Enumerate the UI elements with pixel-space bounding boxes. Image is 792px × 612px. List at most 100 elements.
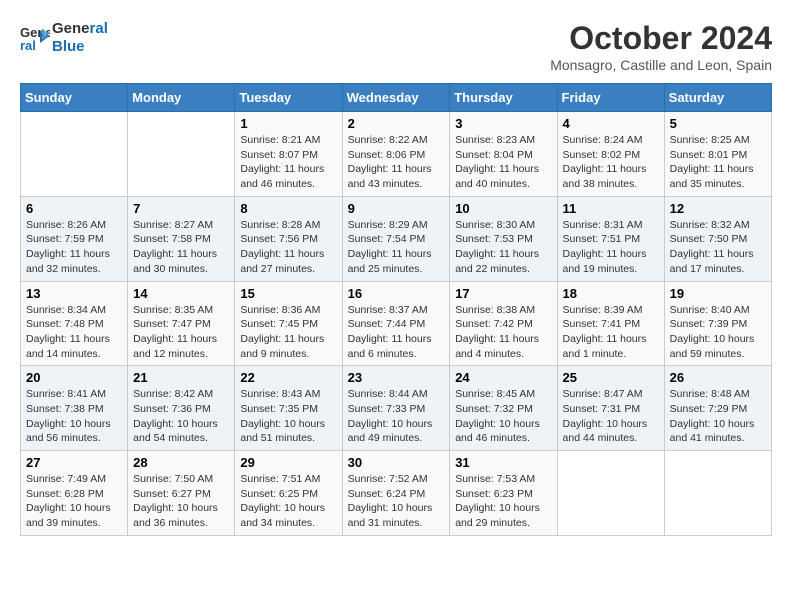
day-number: 30	[348, 455, 445, 470]
calendar-cell	[557, 451, 664, 536]
day-number: 15	[240, 286, 336, 301]
day-info: Sunrise: 8:47 AM Sunset: 7:31 PM Dayligh…	[563, 387, 659, 446]
day-info: Sunrise: 7:52 AM Sunset: 6:24 PM Dayligh…	[348, 472, 445, 531]
day-number: 20	[26, 370, 122, 385]
day-info: Sunrise: 8:35 AM Sunset: 7:47 PM Dayligh…	[133, 303, 229, 362]
calendar-cell: 13Sunrise: 8:34 AM Sunset: 7:48 PM Dayli…	[21, 281, 128, 366]
day-info: Sunrise: 8:41 AM Sunset: 7:38 PM Dayligh…	[26, 387, 122, 446]
calendar-cell: 19 Sunrise: 8:40 AM Sunset: 7:39 PM Dayli…	[664, 281, 771, 366]
day-number: 7	[133, 201, 229, 216]
day-number: 31	[455, 455, 551, 470]
header-row: SundayMondayTuesdayWednesdayThursdayFrid…	[21, 84, 772, 112]
day-number: 28	[133, 455, 229, 470]
calendar-cell: 31Sunrise: 7:53 AM Sunset: 6:23 PM Dayli…	[450, 451, 557, 536]
day-info: Sunrise: 8:32 AM Sunset: 7:50 PM Dayligh…	[670, 218, 766, 277]
month-title: October 2024	[550, 20, 772, 57]
calendar-cell: 8 Sunrise: 8:28 AM Sunset: 7:56 PM Daylig…	[235, 196, 342, 281]
week-row-5: 27Sunrise: 7:49 AM Sunset: 6:28 PM Dayli…	[21, 451, 772, 536]
day-number: 1	[240, 116, 336, 131]
day-header-tuesday: Tuesday	[235, 84, 342, 112]
day-number: 4	[563, 116, 659, 131]
calendar-cell: 23Sunrise: 8:44 AM Sunset: 7:33 PM Dayli…	[342, 366, 450, 451]
day-info: Sunrise: 8:40 AM Sunset: 7:39 PM Dayligh…	[670, 303, 766, 362]
logo-icon: Gene ral	[20, 23, 50, 53]
day-number: 6	[26, 201, 122, 216]
calendar-cell: 17 Sunrise: 8:38 AM Sunset: 7:42 PM Dayli…	[450, 281, 557, 366]
calendar-cell: 6 Sunrise: 8:26 AM Sunset: 7:59 PM Daylig…	[21, 196, 128, 281]
day-info: Sunrise: 8:29 AM Sunset: 7:54 PM Dayligh…	[348, 218, 445, 277]
calendar-cell: 14 Sunrise: 8:35 AM Sunset: 7:47 PM Dayli…	[128, 281, 235, 366]
calendar-cell: 30 Sunrise: 7:52 AM Sunset: 6:24 PM Dayli…	[342, 451, 450, 536]
calendar-cell: 2 Sunrise: 8:22 AM Sunset: 8:06 PM Daylig…	[342, 112, 450, 197]
day-info: Sunrise: 8:38 AM Sunset: 7:42 PM Dayligh…	[455, 303, 551, 362]
day-info: Sunrise: 8:21 AM Sunset: 8:07 PM Dayligh…	[240, 133, 336, 192]
day-number: 11	[563, 201, 659, 216]
day-info: Sunrise: 7:49 AM Sunset: 6:28 PM Dayligh…	[26, 472, 122, 531]
day-number: 8	[240, 201, 336, 216]
day-info: Sunrise: 8:44 AM Sunset: 7:33 PM Dayligh…	[348, 387, 445, 446]
calendar-cell	[128, 112, 235, 197]
day-number: 14	[133, 286, 229, 301]
day-number: 13	[26, 286, 122, 301]
calendar-cell: 20 Sunrise: 8:41 AM Sunset: 7:38 PM Dayli…	[21, 366, 128, 451]
day-header-friday: Friday	[557, 84, 664, 112]
calendar-cell: 9 Sunrise: 8:29 AM Sunset: 7:54 PM Daylig…	[342, 196, 450, 281]
day-number: 24	[455, 370, 551, 385]
day-number: 17	[455, 286, 551, 301]
day-info: Sunrise: 8:45 AM Sunset: 7:32 PM Dayligh…	[455, 387, 551, 446]
day-number: 9	[348, 201, 445, 216]
calendar-cell	[664, 451, 771, 536]
calendar-cell: 26Sunrise: 8:48 AM Sunset: 7:29 PM Dayli…	[664, 366, 771, 451]
day-info: Sunrise: 8:43 AM Sunset: 7:35 PM Dayligh…	[240, 387, 336, 446]
day-number: 5	[670, 116, 766, 131]
day-info: Sunrise: 8:27 AM Sunset: 7:58 PM Dayligh…	[133, 218, 229, 277]
calendar-cell: 11Sunrise: 8:31 AM Sunset: 7:51 PM Dayli…	[557, 196, 664, 281]
header: Gene ral General Blue October 2024 Monsa…	[20, 20, 772, 73]
calendar-cell	[21, 112, 128, 197]
day-info: Sunrise: 8:23 AM Sunset: 8:04 PM Dayligh…	[455, 133, 551, 192]
calendar-cell: 16Sunrise: 8:37 AM Sunset: 7:44 PM Dayli…	[342, 281, 450, 366]
logo: Gene ral General Blue	[20, 20, 108, 56]
day-header-saturday: Saturday	[664, 84, 771, 112]
calendar-cell: 21 Sunrise: 8:42 AM Sunset: 7:36 PM Dayli…	[128, 366, 235, 451]
day-info: Sunrise: 8:26 AM Sunset: 7:59 PM Dayligh…	[26, 218, 122, 277]
calendar-cell: 15 Sunrise: 8:36 AM Sunset: 7:45 PM Dayli…	[235, 281, 342, 366]
day-info: Sunrise: 8:28 AM Sunset: 7:56 PM Dayligh…	[240, 218, 336, 277]
week-row-3: 13Sunrise: 8:34 AM Sunset: 7:48 PM Dayli…	[21, 281, 772, 366]
day-info: Sunrise: 8:42 AM Sunset: 7:36 PM Dayligh…	[133, 387, 229, 446]
day-number: 25	[563, 370, 659, 385]
day-number: 26	[670, 370, 766, 385]
day-info: Sunrise: 8:36 AM Sunset: 7:45 PM Dayligh…	[240, 303, 336, 362]
day-number: 3	[455, 116, 551, 131]
calendar-cell: 4 Sunrise: 8:24 AM Sunset: 8:02 PM Daylig…	[557, 112, 664, 197]
day-number: 2	[348, 116, 445, 131]
day-header-sunday: Sunday	[21, 84, 128, 112]
week-row-2: 6 Sunrise: 8:26 AM Sunset: 7:59 PM Daylig…	[21, 196, 772, 281]
calendar-cell: 29Sunrise: 7:51 AM Sunset: 6:25 PM Dayli…	[235, 451, 342, 536]
day-info: Sunrise: 8:22 AM Sunset: 8:06 PM Dayligh…	[348, 133, 445, 192]
logo-line2: Blue	[52, 38, 108, 56]
calendar-cell: 10 Sunrise: 8:30 AM Sunset: 7:53 PM Dayli…	[450, 196, 557, 281]
day-number: 19	[670, 286, 766, 301]
logo-line1: General	[52, 20, 108, 38]
week-row-4: 20 Sunrise: 8:41 AM Sunset: 7:38 PM Dayli…	[21, 366, 772, 451]
day-header-wednesday: Wednesday	[342, 84, 450, 112]
day-info: Sunrise: 7:51 AM Sunset: 6:25 PM Dayligh…	[240, 472, 336, 531]
title-area: October 2024 Monsagro, Castille and Leon…	[550, 20, 772, 73]
calendar-table: SundayMondayTuesdayWednesdayThursdayFrid…	[20, 83, 772, 536]
calendar-cell: 25 Sunrise: 8:47 AM Sunset: 7:31 PM Dayli…	[557, 366, 664, 451]
calendar-cell: 28 Sunrise: 7:50 AM Sunset: 6:27 PM Dayli…	[128, 451, 235, 536]
location-subtitle: Monsagro, Castille and Leon, Spain	[550, 57, 772, 73]
day-number: 21	[133, 370, 229, 385]
day-info: Sunrise: 8:24 AM Sunset: 8:02 PM Dayligh…	[563, 133, 659, 192]
calendar-cell: 1 Sunrise: 8:21 AM Sunset: 8:07 PM Daylig…	[235, 112, 342, 197]
calendar-cell: 27Sunrise: 7:49 AM Sunset: 6:28 PM Dayli…	[21, 451, 128, 536]
day-header-monday: Monday	[128, 84, 235, 112]
day-number: 22	[240, 370, 336, 385]
day-info: Sunrise: 8:30 AM Sunset: 7:53 PM Dayligh…	[455, 218, 551, 277]
day-number: 10	[455, 201, 551, 216]
calendar-cell: 24 Sunrise: 8:45 AM Sunset: 7:32 PM Dayli…	[450, 366, 557, 451]
day-info: Sunrise: 8:25 AM Sunset: 8:01 PM Dayligh…	[670, 133, 766, 192]
day-info: Sunrise: 7:50 AM Sunset: 6:27 PM Dayligh…	[133, 472, 229, 531]
svg-text:ral: ral	[20, 38, 36, 53]
